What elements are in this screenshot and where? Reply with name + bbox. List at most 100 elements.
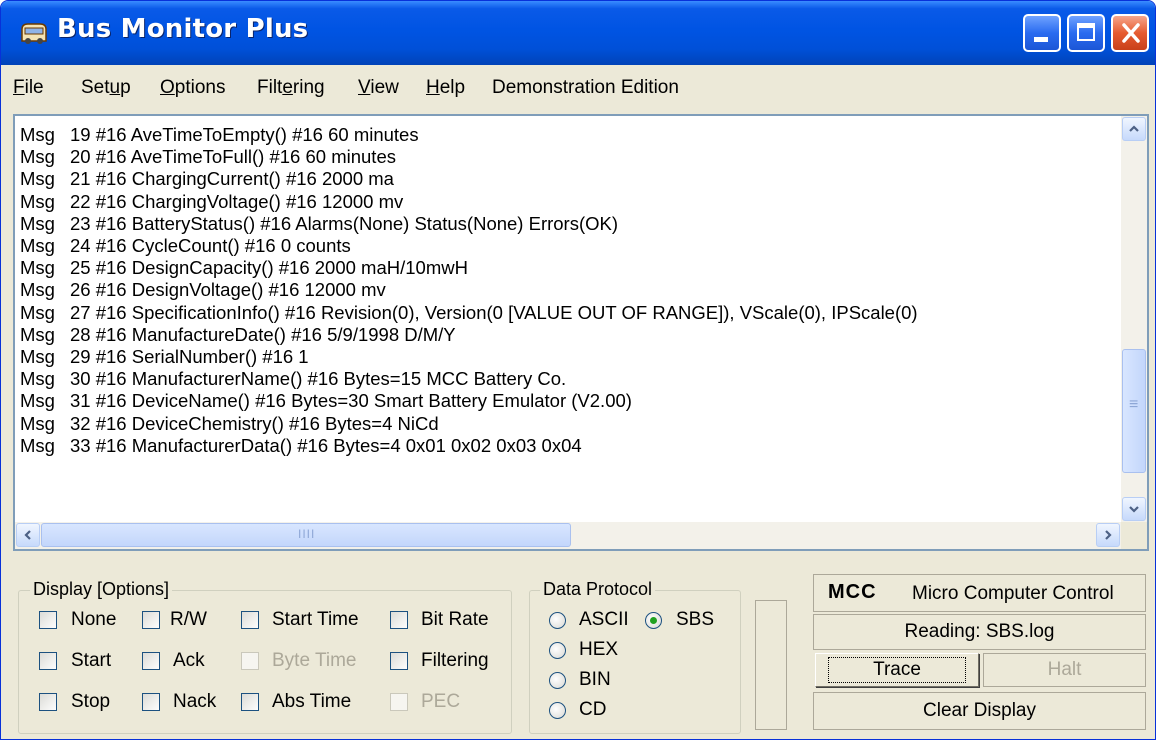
menu-demonstration-edition[interactable]: Demonstration Edition <box>492 77 679 99</box>
chevron-right-icon <box>1105 530 1112 540</box>
log-line-type: Msg <box>20 146 55 168</box>
log-line[interactable]: Msg 33 #16 ManufacturerData() #16 Bytes=4… <box>20 435 582 457</box>
log-line[interactable]: Msg 22 #16 ChargingVoltage() #16 12000 mv <box>20 191 403 213</box>
menu-filtering-post: ring <box>292 77 325 98</box>
radio-cd-label: CD <box>579 699 607 720</box>
log-line[interactable]: Msg 19 #16 AveTimeToEmpty() #16 60 minute… <box>20 124 419 146</box>
radio-hex-label: HEX <box>579 639 619 660</box>
log-line-text: 20 #16 AveTimeToFull() #16 60 minutes <box>70 146 396 168</box>
menu-bar: File Setup Options Filtering View Help D… <box>1 65 1155 111</box>
checkbox-abs-time-label: Abs Time <box>272 691 352 712</box>
log-line-type: Msg <box>20 323 55 345</box>
minimize-button[interactable] <box>1023 14 1061 52</box>
checkbox-start-label: Start <box>71 650 112 671</box>
scroll-right-button[interactable] <box>1096 523 1120 547</box>
menu-file-post: ile <box>24 77 44 98</box>
minimize-icon <box>1034 37 1048 42</box>
menu-file[interactable]: File <box>13 77 44 99</box>
menu-file-hotkey: F <box>13 77 25 98</box>
log-line-text: 30 #16 ManufacturerName() #16 Bytes=15 M… <box>70 368 567 390</box>
log-line[interactable]: Msg 20 #16 AveTimeToFull() #16 60 minutes <box>20 146 396 168</box>
status-reading: Reading: SBS.log <box>813 614 1146 650</box>
checkbox-rw[interactable] <box>142 611 160 629</box>
log-line-type: Msg <box>20 412 55 434</box>
menu-filtering-pre: Filt <box>257 77 283 98</box>
radio-ascii[interactable] <box>549 612 566 629</box>
menu-setup[interactable]: Setup <box>81 77 131 99</box>
menu-setup-hotkey: u <box>109 77 121 98</box>
checkbox-byte-time[interactable] <box>241 652 259 670</box>
checkbox-start[interactable] <box>39 652 57 670</box>
radio-hex[interactable] <box>549 642 566 659</box>
menu-help-post: elp <box>439 77 466 98</box>
log-line-text: 27 #16 SpecificationInfo() #16 Revision(… <box>70 301 918 323</box>
main-window: Bus Monitor Plus File Setup Options Filt… <box>0 0 1156 740</box>
checkbox-stop[interactable] <box>39 693 57 711</box>
log-line-type: Msg <box>20 434 55 456</box>
log-line[interactable]: Msg 21 #16 ChargingCurrent() #16 2000 ma <box>20 168 394 190</box>
log-line[interactable]: Msg 31 #16 DeviceName() #16 Bytes=30 Smar… <box>20 390 632 412</box>
menu-help-hotkey: H <box>426 77 440 98</box>
data-protocol-label: Data Protocol <box>540 579 656 600</box>
checkbox-start-time[interactable] <box>241 611 259 629</box>
radio-cd[interactable] <box>549 702 566 719</box>
scroll-up-button[interactable] <box>1122 117 1146 141</box>
log-line-type: Msg <box>20 190 55 212</box>
menu-filtering[interactable]: Filtering <box>257 77 325 99</box>
radio-selected-indicator <box>650 617 657 624</box>
checkbox-filtering-label: Filtering <box>421 650 489 671</box>
vertical-scroll-thumb[interactable]: ≡ <box>1122 349 1146 473</box>
scroll-left-button[interactable] <box>16 523 40 547</box>
checkbox-filtering[interactable] <box>390 652 408 670</box>
menu-setup-post: p <box>120 77 131 98</box>
scroll-corner <box>1121 522 1147 549</box>
radio-bin[interactable] <box>549 672 566 689</box>
vertical-scrollbar[interactable]: ≡ <box>1121 116 1147 522</box>
title-bar[interactable]: Bus Monitor Plus <box>1 1 1155 65</box>
log-line[interactable]: Msg 25 #16 DesignCapacity() #16 2000 maH/… <box>20 257 468 279</box>
log-line[interactable]: Msg 30 #16 ManufacturerName() #16 Bytes=1… <box>20 368 566 390</box>
maximize-button[interactable] <box>1067 14 1105 52</box>
clear-display-button[interactable]: Clear Display <box>813 692 1146 730</box>
log-line[interactable]: Msg 28 #16 ManufactureDate() #16 5/9/1998… <box>20 324 456 346</box>
log-line-type: Msg <box>20 257 55 279</box>
halt-button[interactable]: Halt <box>983 653 1146 687</box>
log-line[interactable]: Msg 26 #16 DesignVoltage() #16 12000 mv <box>20 279 386 301</box>
message-log[interactable]: Msg 19 #16 AveTimeToEmpty() #16 60 minute… <box>15 116 1121 522</box>
log-line-text: 28 #16 ManufactureDate() #16 5/9/1998 D/… <box>70 323 456 345</box>
menu-options-post: ptions <box>174 77 226 98</box>
checkbox-abs-time[interactable] <box>241 693 259 711</box>
log-line[interactable]: Msg 27 #16 SpecificationInfo() #16 Revisi… <box>20 302 918 324</box>
checkbox-pec[interactable] <box>390 693 408 711</box>
menu-help[interactable]: Help <box>426 77 465 99</box>
checkbox-rw-label: R/W <box>170 609 207 630</box>
checkbox-start-time-label: Start Time <box>272 609 359 630</box>
log-line[interactable]: Msg 23 #16 BatteryStatus() #16 Alarms(Non… <box>20 213 618 235</box>
log-line[interactable]: Msg 29 #16 SerialNumber() #16 1 <box>20 346 309 368</box>
close-button[interactable] <box>1111 14 1149 52</box>
checkbox-nack[interactable] <box>142 693 160 711</box>
horizontal-scrollbar[interactable]: IIII <box>15 522 1121 549</box>
maximize-icon <box>1077 23 1095 41</box>
trace-button[interactable]: Trace <box>815 653 979 687</box>
checkbox-stop-label: Stop <box>71 691 111 712</box>
chevron-left-icon <box>24 530 31 540</box>
scroll-down-button[interactable] <box>1122 497 1146 521</box>
menu-view-post: iew <box>370 77 399 98</box>
checkbox-bit-rate[interactable] <box>390 611 408 629</box>
log-line[interactable]: Msg 32 #16 DeviceChemistry() #16 Bytes=4 … <box>20 413 439 435</box>
checkbox-bit-rate-label: Bit Rate <box>421 609 489 630</box>
log-line-text: 22 #16 ChargingVoltage() #16 12000 mv <box>70 190 404 212</box>
checkbox-ack[interactable] <box>142 652 160 670</box>
checkbox-none[interactable] <box>39 611 57 629</box>
horizontal-scroll-thumb[interactable]: IIII <box>41 523 571 547</box>
menu-options[interactable]: Options <box>160 77 225 99</box>
menu-view[interactable]: View <box>358 77 399 99</box>
log-line-type: Msg <box>20 279 55 301</box>
log-line[interactable]: Msg 24 #16 CycleCount() #16 0 counts <box>20 235 351 257</box>
close-icon <box>1122 23 1140 43</box>
checkbox-byte-time-label: Byte Time <box>272 650 357 671</box>
radio-ascii-label: ASCII <box>579 609 629 630</box>
log-line-type: Msg <box>20 368 55 390</box>
radio-sbs[interactable] <box>645 612 662 629</box>
